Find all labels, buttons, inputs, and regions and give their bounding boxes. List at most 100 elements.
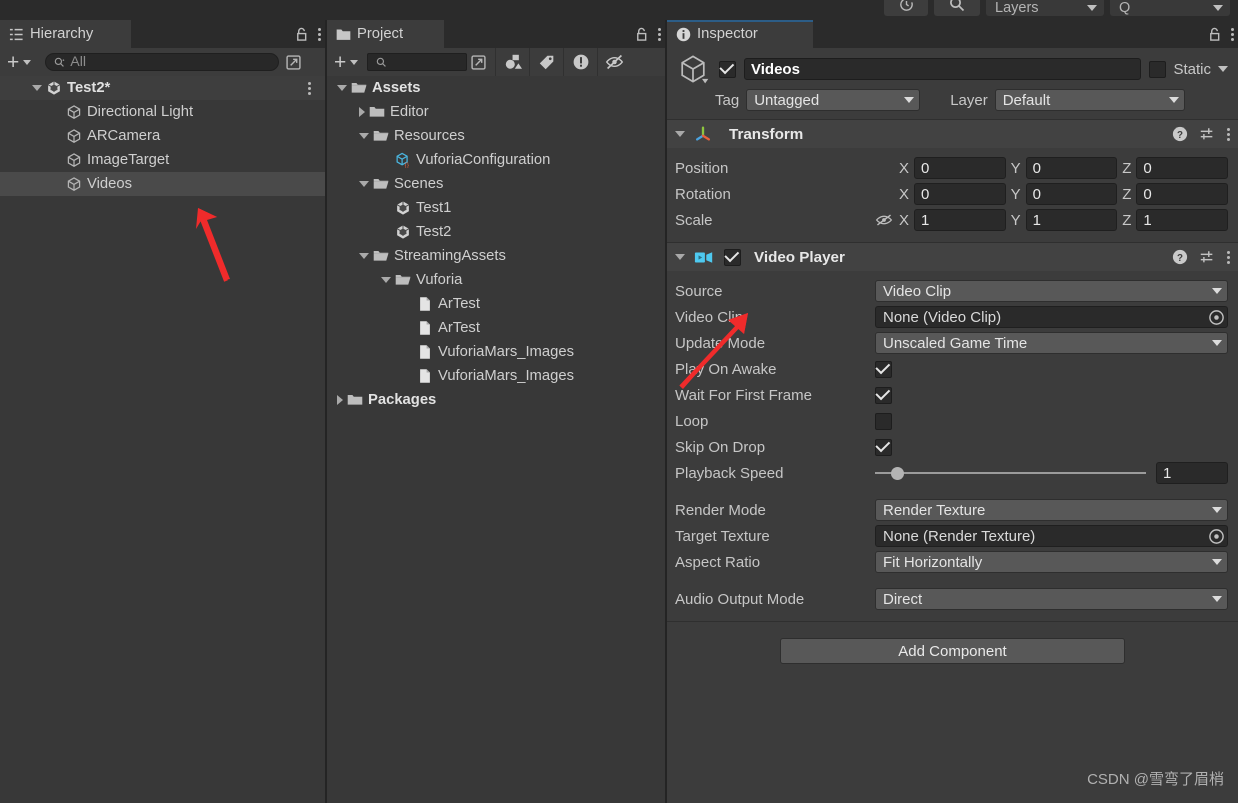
chevron-right-icon[interactable] bbox=[337, 395, 343, 405]
project-item-resources[interactable]: Resources bbox=[327, 124, 665, 148]
chevron-down-icon[interactable] bbox=[675, 131, 685, 137]
project-search-mode-button[interactable] bbox=[467, 51, 489, 73]
chevron-down-icon[interactable] bbox=[381, 277, 391, 283]
project-menu-icon[interactable] bbox=[657, 27, 661, 42]
hierarchy-search-mode-button[interactable] bbox=[282, 51, 304, 73]
vp-playback-speed-slider[interactable] bbox=[875, 464, 1146, 482]
help-icon[interactable]: ? bbox=[1172, 126, 1188, 142]
lock-icon[interactable] bbox=[295, 27, 308, 42]
constrained-proportions-off-icon[interactable] bbox=[875, 213, 893, 227]
transform-header[interactable]: Transform ? bbox=[667, 120, 1238, 148]
scene-menu-icon[interactable] bbox=[307, 81, 311, 96]
object-picker-icon[interactable] bbox=[1208, 528, 1225, 545]
hierarchy-search-input[interactable] bbox=[70, 54, 271, 70]
tag-dropdown[interactable]: Untagged bbox=[746, 89, 921, 111]
video-player-enabled-checkbox[interactable] bbox=[724, 248, 741, 266]
chevron-down-icon[interactable] bbox=[359, 133, 369, 139]
project-search-input[interactable] bbox=[392, 54, 459, 70]
toggle-hidden-button[interactable] bbox=[597, 48, 631, 76]
chevron-down-icon[interactable] bbox=[32, 85, 42, 91]
chevron-right-icon[interactable] bbox=[359, 107, 365, 117]
layers-dropdown[interactable]: Layers bbox=[986, 0, 1104, 16]
vp-loop-checkbox[interactable] bbox=[875, 412, 892, 430]
vp-video-clip-object-field[interactable]: None (Video Clip) bbox=[875, 306, 1228, 328]
tab-hierarchy[interactable]: Hierarchy bbox=[0, 20, 131, 48]
transform-rotation-x-field[interactable]: 0 bbox=[914, 183, 1006, 205]
project-item-test2[interactable]: Test2 bbox=[327, 220, 665, 244]
hierarchy-item-directional-light[interactable]: Directional Light bbox=[0, 100, 325, 124]
history-button[interactable] bbox=[884, 0, 928, 16]
vp-target-texture-object-field[interactable]: None (Render Texture) bbox=[875, 525, 1228, 547]
hierarchy-menu-icon[interactable] bbox=[317, 27, 321, 42]
layer-dropdown[interactable]: Default bbox=[994, 89, 1185, 111]
project-item-artest[interactable]: ArTest bbox=[327, 292, 665, 316]
gameobject-enabled-checkbox[interactable] bbox=[719, 60, 736, 78]
hierarchy-item-videos[interactable]: Videos bbox=[0, 172, 325, 196]
filter-by-type-button[interactable] bbox=[495, 48, 529, 76]
create-asset-button[interactable]: + bbox=[331, 52, 361, 73]
transform-position-y-field[interactable]: 0 bbox=[1025, 157, 1118, 179]
transform-menu-icon[interactable] bbox=[1226, 127, 1230, 142]
hierarchy-search-field[interactable] bbox=[45, 53, 280, 71]
project-item-scenes[interactable]: Scenes bbox=[327, 172, 665, 196]
project-item-vuforia[interactable]: Vuforia bbox=[327, 268, 665, 292]
help-icon[interactable]: ? bbox=[1172, 249, 1188, 265]
toolbar-search-button[interactable] bbox=[934, 0, 980, 16]
static-checkbox[interactable] bbox=[1149, 60, 1167, 78]
vp-update-mode-dropdown[interactable]: Unscaled Game Time bbox=[875, 332, 1228, 354]
vp-audio-output-mode-dropdown[interactable]: Direct bbox=[875, 588, 1228, 610]
vp-skip-on-drop-checkbox[interactable] bbox=[875, 438, 892, 456]
gameobject-name-field[interactable]: Videos bbox=[744, 58, 1142, 80]
project-search-field[interactable] bbox=[367, 53, 468, 71]
tab-project[interactable]: Project bbox=[327, 20, 444, 48]
hierarchy-item-imagetarget[interactable]: ImageTarget bbox=[0, 148, 325, 172]
project-item-vuforiamars-images[interactable]: VuforiaMars_Images bbox=[327, 364, 665, 388]
inspector-menu-icon[interactable] bbox=[1230, 27, 1234, 42]
chevron-down-icon[interactable] bbox=[1218, 66, 1228, 72]
preset-icon[interactable] bbox=[1199, 126, 1215, 142]
add-component-button[interactable]: Add Component bbox=[780, 638, 1125, 664]
tab-inspector[interactable]: Inspector bbox=[667, 20, 813, 48]
project-item-streamingassets[interactable]: StreamingAssets bbox=[327, 244, 665, 268]
project-item-editor[interactable]: Editor bbox=[327, 100, 665, 124]
transform-scale-x-field[interactable]: 1 bbox=[914, 209, 1006, 231]
video-player-menu-icon[interactable] bbox=[1226, 250, 1230, 265]
filter-by-warning-button[interactable] bbox=[563, 48, 597, 76]
lock-icon[interactable] bbox=[635, 27, 648, 42]
transform-scale-z-field[interactable]: 1 bbox=[1136, 209, 1228, 231]
vp-source-dropdown[interactable]: Video Clip bbox=[875, 280, 1228, 302]
vp-play-on-awake-checkbox[interactable] bbox=[875, 360, 892, 378]
project-item-assets[interactable]: Assets bbox=[327, 76, 665, 100]
vp-wait-for-first-frame-checkbox[interactable] bbox=[875, 386, 892, 404]
project-item-test1[interactable]: Test1 bbox=[327, 196, 665, 220]
transform-scale-y-field[interactable]: 1 bbox=[1025, 209, 1118, 231]
chevron-down-icon[interactable] bbox=[337, 85, 347, 91]
layout-dropdown[interactable]: Q bbox=[1110, 0, 1230, 16]
video-player-header[interactable]: Video Player ? bbox=[667, 243, 1238, 271]
chevron-down-icon[interactable] bbox=[359, 181, 369, 187]
transform-rotation-z-field[interactable]: 0 bbox=[1136, 183, 1228, 205]
slider-handle[interactable] bbox=[891, 466, 905, 480]
hierarchy-scene-row[interactable]: Test2* bbox=[0, 76, 325, 100]
project-item-packages[interactable]: Packages bbox=[327, 388, 665, 412]
vp-render-mode-dropdown[interactable]: Render Texture bbox=[875, 499, 1228, 521]
project-item-vuforiamars-images[interactable]: VuforiaMars_Images bbox=[327, 340, 665, 364]
create-gameobject-button[interactable]: + bbox=[4, 52, 34, 73]
project-item-artest[interactable]: ArTest bbox=[327, 316, 665, 340]
hierarchy-item-arcamera[interactable]: ARCamera bbox=[0, 124, 325, 148]
chevron-down-icon[interactable] bbox=[675, 254, 685, 260]
project-item-vuforiaconfiguration[interactable]: {} VuforiaConfiguration bbox=[327, 148, 665, 172]
transform-position-z-field[interactable]: 0 bbox=[1136, 157, 1228, 179]
static-toggle-group[interactable]: Static bbox=[1149, 60, 1228, 78]
vp-aspect-ratio-dropdown[interactable]: Fit Horizontally bbox=[875, 551, 1228, 573]
hierarchy-tree[interactable]: Test2* Directional Light ARCamera ImageT… bbox=[0, 76, 325, 803]
preset-icon[interactable] bbox=[1199, 249, 1215, 265]
vp-playback-speed-field[interactable]: 1 bbox=[1156, 462, 1228, 484]
project-tree[interactable]: Assets Editor Resources {} VuforiaConfig… bbox=[327, 76, 665, 803]
transform-position-x-field[interactable]: 0 bbox=[914, 157, 1006, 179]
lock-icon[interactable] bbox=[1208, 27, 1221, 42]
chevron-down-icon[interactable] bbox=[359, 253, 369, 259]
object-picker-icon[interactable] bbox=[1208, 309, 1225, 326]
transform-rotation-y-field[interactable]: 0 bbox=[1025, 183, 1118, 205]
filter-by-label-button[interactable] bbox=[529, 48, 563, 76]
